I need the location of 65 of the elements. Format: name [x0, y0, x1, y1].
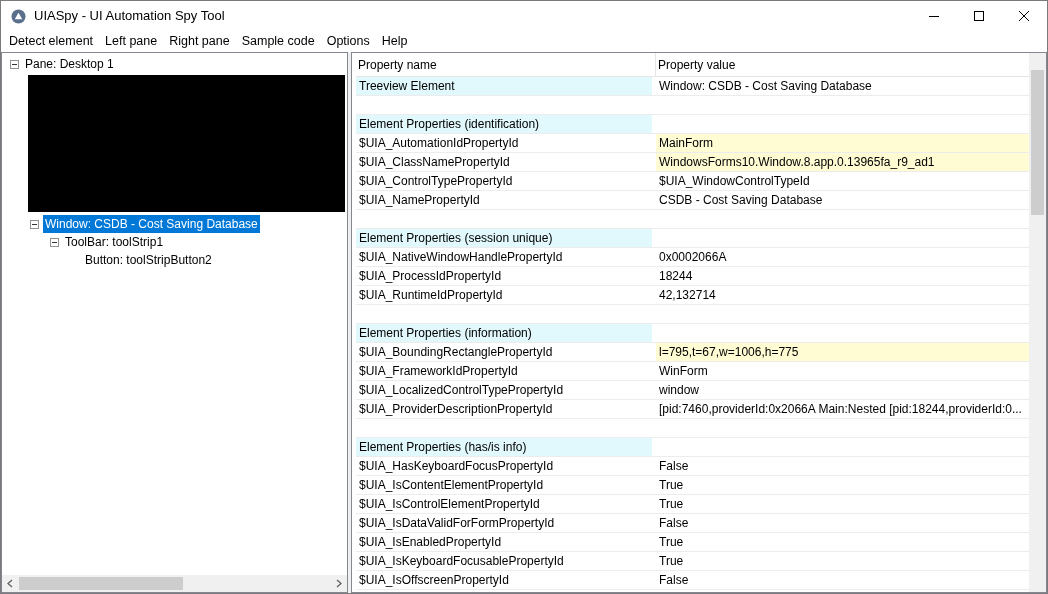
- table-cell-text: $UIA_FrameworkIdPropertyId: [358, 363, 519, 380]
- vertical-scrollbar[interactable]: [1029, 53, 1046, 592]
- tree-item[interactable]: ToolBar: toolStrip1: [63, 233, 166, 251]
- collapse-icon[interactable]: [10, 59, 19, 69]
- table-cell-text: Window: CSDB - Cost Saving Database: [658, 78, 873, 95]
- table-cell-text: True: [658, 496, 685, 513]
- table-cell-text: $UIA_IsOffscreenPropertyId: [358, 572, 510, 589]
- table-cell-text: True: [658, 477, 685, 494]
- window-title: UIASpy - UI Automation Spy Tool: [34, 7, 225, 26]
- table-cell-text: $UIA_LocalizedControlTypePropertyId: [358, 382, 565, 399]
- table-cell-text: $UIA_IsKeyboardFocusablePropertyId: [358, 553, 565, 570]
- table-cell-text: True: [658, 553, 685, 570]
- table-cell-text: $UIA_AutomationIdPropertyId: [358, 135, 520, 152]
- tree-item[interactable]: Button: toolStripButton2: [83, 251, 214, 269]
- section-header: Element Properties (identification): [356, 115, 652, 133]
- table-cell-text: $UIA_BoundingRectanglePropertyId: [358, 344, 554, 361]
- table-cell-text: $UIA_IsContentElementPropertyId: [358, 477, 545, 494]
- table-cell-text: $UIA_WindowControlTypeId: [658, 173, 811, 190]
- menu-item[interactable]: Detect element: [3, 32, 100, 51]
- tree-item[interactable]: Pane: Desktop 1: [23, 55, 116, 73]
- table-cell-text: WinForm: [658, 363, 709, 380]
- table-cell-text: 42,132714: [658, 287, 717, 304]
- table-cell-text: $UIA_IsControlElementPropertyId: [358, 496, 541, 513]
- table-cell-text: $UIA_ProcessIdPropertyId: [358, 268, 503, 285]
- tree-item[interactable]: Window: CSDB - Cost Saving Database: [43, 215, 260, 233]
- table-cell-text: CSDB - Cost Saving Database: [658, 192, 824, 209]
- table-cell-text: $UIA_ControlTypePropertyId: [358, 173, 514, 190]
- scrollbar-thumb[interactable]: [19, 577, 183, 590]
- horizontal-scrollbar[interactable]: [2, 575, 347, 592]
- scrollbar-thumb[interactable]: [1031, 70, 1044, 215]
- table-cell: MainForm: [656, 134, 1029, 152]
- collapse-icon[interactable]: [30, 219, 39, 229]
- table-cell-text: False: [658, 572, 690, 589]
- table-cell-text: $UIA_ClassNamePropertyId: [358, 154, 511, 171]
- menu-item[interactable]: Help: [375, 32, 414, 51]
- menu-item[interactable]: Left pane: [99, 32, 164, 51]
- table-cell-text: 0x0002066A: [658, 249, 728, 266]
- table-cell-text: $UIA_ProviderDescriptionPropertyId: [358, 401, 554, 418]
- maximize-icon: [973, 11, 984, 21]
- section-header: Element Properties (session unique): [356, 229, 652, 247]
- menu-item[interactable]: Right pane: [163, 32, 236, 51]
- table-cell-text: False: [658, 515, 690, 532]
- table-cell-text: $UIA_RuntimeIdPropertyId: [358, 287, 504, 304]
- menu-item[interactable]: Options: [320, 32, 376, 51]
- section-header: Element Properties (information): [356, 324, 652, 342]
- column-header[interactable]: Property value: [656, 53, 1029, 76]
- menu-item[interactable]: Sample code: [235, 32, 321, 51]
- column-header[interactable]: Property name: [356, 53, 656, 76]
- table-cell-text: $UIA_NativeWindowHandlePropertyId: [358, 249, 564, 266]
- table-cell-text: False: [658, 458, 690, 475]
- section-header: Treeview Element: [356, 77, 652, 95]
- table-cell-text: $UIA_IsEnabledPropertyId: [358, 534, 503, 551]
- table-cell-text: 18244: [658, 268, 694, 285]
- table-cell-text: $UIA_NamePropertyId: [358, 192, 481, 209]
- table-cell-text: True: [658, 534, 685, 551]
- table-cell: l=795,t=67,w=1006,h=775: [656, 343, 1029, 361]
- table-cell-text: $UIA_IsDataValidForFormPropertyId: [358, 515, 556, 532]
- app-icon: [11, 8, 26, 24]
- table-cell-text: [pid:7460,providerId:0x2066A Main:Nested [pid:18244,providerId:0...: [658, 401, 1023, 418]
- close-icon: [1019, 11, 1029, 21]
- table-cell: WindowsForms10.Window.8.app.0.13965fa_r9_ad1: [656, 153, 1029, 171]
- table-cell-text: $UIA_HasKeyboardFocusPropertyId: [358, 458, 555, 475]
- collapse-icon[interactable]: [50, 237, 59, 247]
- table-cell-text: window: [658, 382, 701, 399]
- section-header: Element Properties (has/is info): [356, 438, 652, 456]
